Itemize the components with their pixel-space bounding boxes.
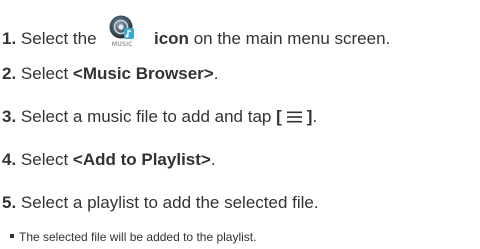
step-4-bold: <Add to Playlist> [72,150,211,169]
menu-lines-icon [286,111,302,123]
step-4-number: 4. [2,150,17,169]
step-2-text: Select [20,64,69,83]
step-3-text: Select a music file to add and tap [20,107,272,126]
bullet-icon [10,234,14,238]
step-3: 3. Select a music file to add and tap [ … [2,107,317,127]
step-1-text-after: on the main menu screen. [193,29,391,48]
step-3-period: . [312,107,318,126]
step-1: 1. Select the MUSIC icon on the main men… [2,15,391,54]
step-4: 4. Select <Add to Playlist>. [2,150,216,170]
step-4-period: . [210,150,216,169]
step-1-number: 1. [2,29,17,48]
step-5: 5. Select a playlist to add the selected… [2,193,319,213]
music-icon-caption: MUSIC [111,41,133,48]
step-1-bold: icon [154,29,189,48]
step-2-period: . [213,64,219,83]
step-2-bold: <Music Browser> [72,64,214,83]
step-5-text: Select a playlist to add the selected fi… [20,193,319,212]
step-4-text: Select [20,150,69,169]
step-2-number: 2. [2,64,17,83]
note-text: The selected file will be added to the p… [19,230,257,244]
step-1-text: Select the [20,29,97,48]
step-3-bracket-open: [ [276,107,282,126]
music-player-icon: MUSIC [109,15,135,54]
note: The selected file will be added to the p… [10,230,256,244]
step-3-number: 3. [2,107,17,126]
step-2: 2. Select <Music Browser>. [2,64,218,84]
step-5-number: 5. [2,193,17,212]
